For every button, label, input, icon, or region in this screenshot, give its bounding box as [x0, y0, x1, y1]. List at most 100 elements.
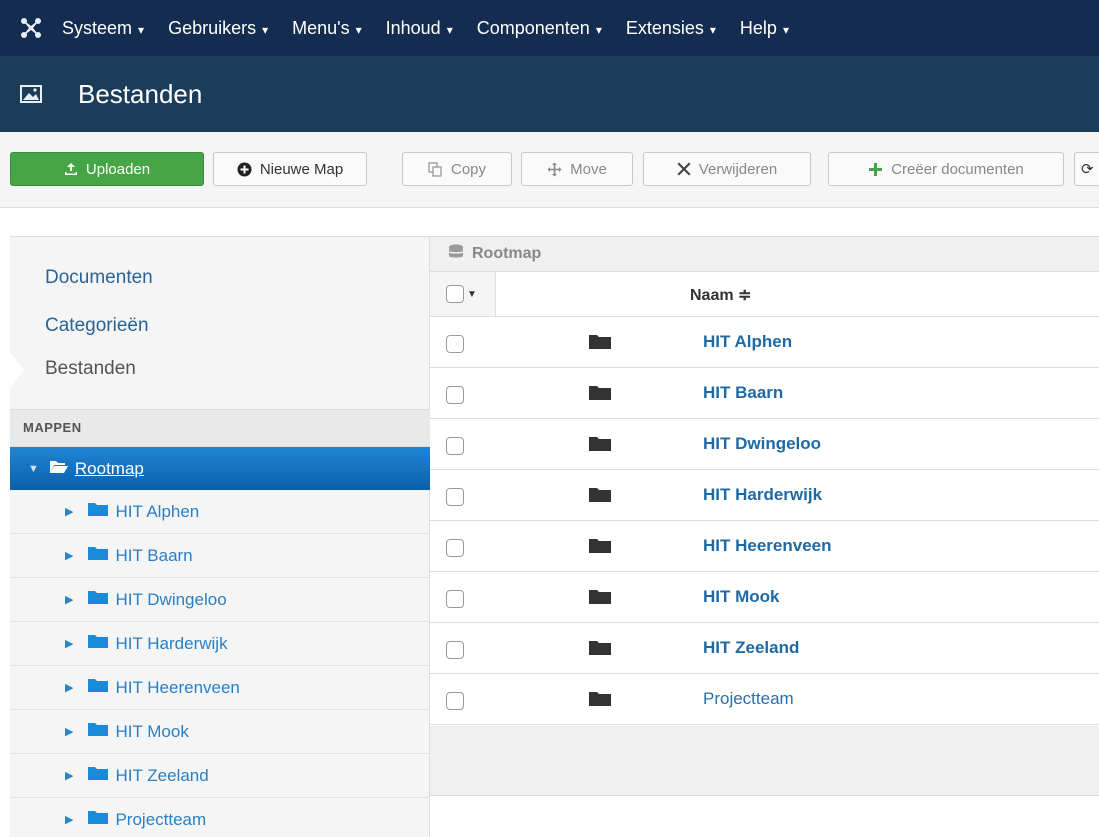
expand-right-icon[interactable]: ▶ — [65, 681, 73, 694]
row-checkbox[interactable] — [446, 692, 464, 710]
sort-by-name-header[interactable]: Naam ≑ — [690, 285, 751, 305]
sidebar-link-documenten[interactable]: Documenten — [45, 267, 153, 289]
page-title: Bestanden — [78, 78, 203, 109]
folder-icon — [87, 810, 109, 830]
expand-right-icon[interactable]: ▶ — [65, 725, 73, 738]
folder-icon — [588, 334, 612, 355]
expand-right-icon[interactable]: ▶ — [65, 637, 73, 650]
page-header: Bestanden — [0, 56, 1099, 132]
folder-name-link[interactable]: HIT Mook — [703, 587, 780, 607]
menu-gebruikers[interactable]: Gebruikers ▾ — [168, 18, 268, 39]
folder-open-icon — [49, 459, 69, 479]
folder-name-link[interactable]: HIT Zeeland — [703, 638, 799, 658]
folder-name-link[interactable]: HIT Alphen — [703, 332, 792, 352]
tree-item-label[interactable]: Rootmap — [75, 459, 144, 479]
move-button[interactable]: Move — [521, 152, 633, 186]
joomla-logo-icon[interactable] — [0, 0, 62, 56]
folder-icon — [87, 722, 109, 742]
top-navigation-bar: Systeem ▾ Gebruikers ▾ Menu's ▾ Inhoud ▾ Com… — [0, 0, 1099, 56]
expand-right-icon[interactable]: ▶ — [65, 813, 73, 826]
row-checkbox[interactable] — [446, 386, 464, 404]
folder-name-link[interactable]: Projectteam — [703, 689, 794, 709]
table-row[interactable]: HIT Alphen — [430, 317, 1099, 368]
tree-item[interactable]: ▶ HIT Harderwijk — [10, 622, 430, 666]
row-checkbox[interactable] — [446, 641, 464, 659]
tree-item[interactable]: ▶ HIT Heerenveen — [10, 666, 430, 710]
folder-icon — [588, 385, 612, 406]
row-checkbox[interactable] — [446, 590, 464, 608]
sidebar: Documenten Categorieën Bestanden MAPPEN … — [10, 236, 430, 837]
table-footer — [430, 726, 1099, 796]
row-checkbox[interactable] — [446, 488, 464, 506]
file-list: Rootmap ▼ Naam ≑ HIT Alphen HIT Baarn HI… — [430, 236, 1099, 796]
folder-name-link[interactable]: HIT Harderwijk — [703, 485, 822, 505]
copy-button[interactable]: Copy — [402, 152, 512, 186]
tree-item[interactable]: ▶ Projectteam — [10, 798, 430, 837]
plus-icon — [868, 162, 883, 177]
select-all-dropdown[interactable]: ▼ — [430, 272, 496, 316]
select-all-checkbox[interactable] — [446, 285, 464, 303]
plus-circle-icon — [237, 162, 252, 177]
row-checkbox[interactable] — [446, 437, 464, 455]
tree-item-label[interactable]: Projectteam — [115, 810, 206, 830]
tree-item-label[interactable]: HIT Alphen — [115, 502, 199, 522]
folder-name-link[interactable]: HIT Dwingeloo — [703, 434, 821, 454]
breadcrumb-label: Rootmap — [472, 245, 542, 262]
tree-item-label[interactable]: HIT Harderwijk — [115, 634, 227, 654]
folder-icon — [87, 766, 109, 786]
upload-button[interactable]: Uploaden — [10, 152, 204, 186]
expand-right-icon[interactable]: ▶ — [65, 769, 73, 782]
table-row[interactable]: HIT Mook — [430, 572, 1099, 623]
image-icon — [20, 85, 42, 103]
menu-menus[interactable]: Menu's ▾ — [292, 18, 362, 39]
sidebar-link-categorieen[interactable]: Categorieën — [45, 315, 149, 337]
copy-icon — [428, 161, 443, 177]
table-row[interactable]: HIT Heerenveen — [430, 521, 1099, 572]
tree-item-label[interactable]: HIT Dwingeloo — [115, 590, 226, 610]
tree-item[interactable]: ▶ HIT Alphen — [10, 490, 430, 534]
table-row[interactable]: HIT Zeeland — [430, 623, 1099, 674]
menu-componenten[interactable]: Componenten ▾ — [477, 18, 602, 39]
table-header: ▼ Naam ≑ — [430, 272, 1099, 317]
tree-item-label[interactable]: HIT Heerenveen — [115, 678, 239, 698]
folder-name-link[interactable]: HIT Heerenveen — [703, 536, 832, 556]
expand-right-icon[interactable]: ▶ — [65, 505, 73, 518]
tree-item-label[interactable]: HIT Baarn — [115, 546, 192, 566]
menu-inhoud[interactable]: Inhoud ▾ — [386, 18, 453, 39]
create-documents-button[interactable]: Creëer documenten — [828, 152, 1064, 186]
tree-item[interactable]: ▶ HIT Baarn — [10, 534, 430, 578]
table-row[interactable]: HIT Baarn — [430, 368, 1099, 419]
table-row[interactable]: Projectteam — [430, 674, 1099, 725]
active-indicator — [10, 352, 24, 388]
menu-systeem[interactable]: Systeem ▾ — [62, 18, 144, 39]
table-row[interactable]: HIT Dwingeloo — [430, 419, 1099, 470]
expand-down-icon[interactable]: ▼ — [28, 463, 39, 475]
tree-item[interactable]: ▶ HIT Zeeland — [10, 754, 430, 798]
toolbar: Uploaden Nieuwe Map Copy Move Verwijdere… — [0, 132, 1099, 208]
folder-icon — [588, 691, 612, 712]
expand-right-icon[interactable]: ▶ — [65, 593, 73, 606]
folder-icon — [588, 436, 612, 457]
tree-item-label[interactable]: HIT Zeeland — [115, 766, 208, 786]
more-button[interactable]: ⟳ — [1074, 152, 1099, 186]
folder-icon — [588, 487, 612, 508]
row-checkbox[interactable] — [446, 335, 464, 353]
tree-item[interactable]: ▶ HIT Dwingeloo — [10, 578, 430, 622]
delete-button[interactable]: Verwijderen — [643, 152, 811, 186]
folder-name-link[interactable]: HIT Baarn — [703, 383, 783, 403]
tree-item[interactable]: ▶ HIT Mook — [10, 710, 430, 754]
upload-icon — [64, 162, 78, 176]
sidebar-link-bestanden[interactable]: Bestanden — [45, 358, 136, 380]
menu-extensies[interactable]: Extensies ▾ — [626, 18, 716, 39]
tree-item-rootmap[interactable]: ▼ Rootmap — [10, 447, 430, 490]
table-row[interactable]: HIT Harderwijk — [430, 470, 1099, 521]
menu-help[interactable]: Help ▾ — [740, 18, 789, 39]
new-folder-button[interactable]: Nieuwe Map — [213, 152, 367, 186]
caret-down-icon[interactable]: ▼ — [467, 289, 477, 300]
folders-section-title: MAPPEN — [10, 409, 430, 447]
row-checkbox[interactable] — [446, 539, 464, 557]
database-icon — [448, 244, 464, 265]
breadcrumb: Rootmap — [430, 236, 1099, 272]
tree-item-label[interactable]: HIT Mook — [115, 722, 188, 742]
expand-right-icon[interactable]: ▶ — [65, 549, 73, 562]
